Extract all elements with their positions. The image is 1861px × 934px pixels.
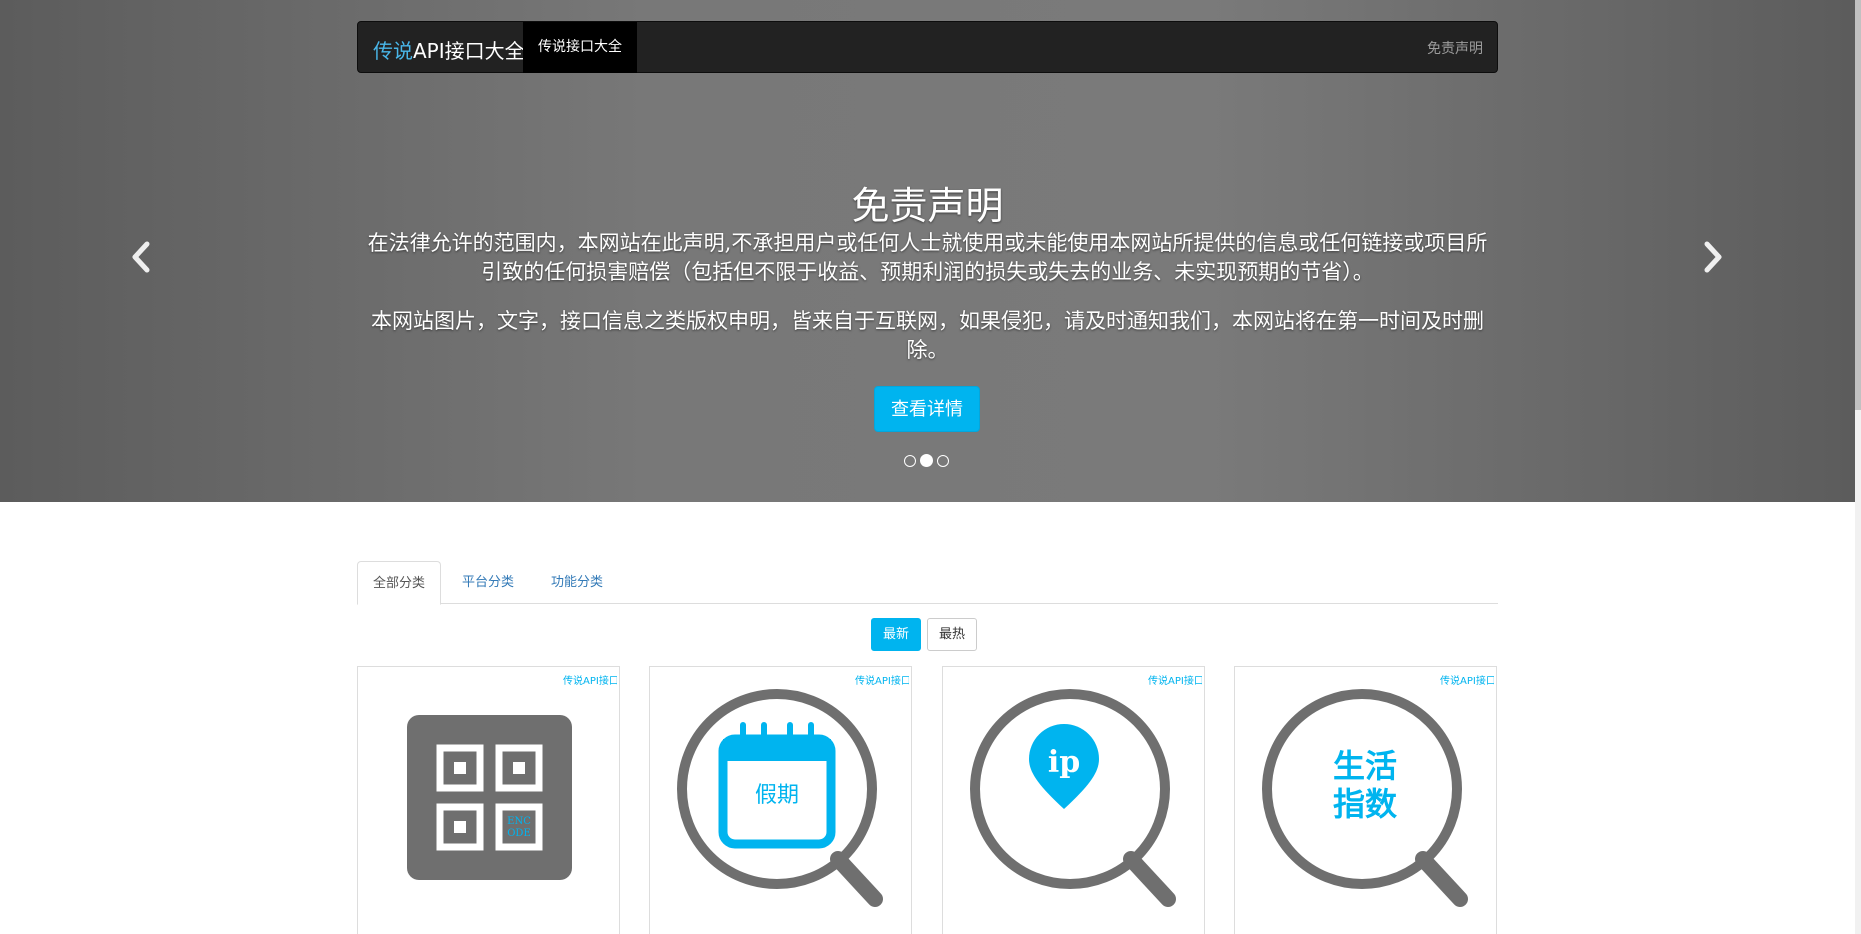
holiday-calendar-icon: 假期 [677, 689, 883, 907]
view-details-button[interactable]: 查看详情 [874, 386, 980, 432]
carousel-indicator-1[interactable] [904, 454, 916, 467]
carousel-prev-icon[interactable] [127, 240, 157, 274]
carousel-paragraph-2: 本网站图片，文字，接口信息之类版权申明，皆来自于互联网，如果侵犯，请及时通知我们… [371, 309, 1484, 362]
carousel-indicator-3[interactable] [937, 454, 949, 467]
svg-text:ODE: ODE [507, 828, 531, 839]
carousel-indicator-2[interactable] [920, 454, 933, 467]
carousel-next-icon[interactable] [1697, 240, 1727, 274]
sort-hottest-button[interactable]: 最热 [927, 618, 978, 651]
life-index-icon: 生活 指数 [1262, 689, 1468, 907]
tab-platform-categories[interactable]: 平台分类 [447, 561, 529, 604]
brand-logo[interactable]: 传说API接口大全 [373, 35, 525, 64]
scrollbar-thumb[interactable] [1855, 0, 1861, 410]
qr-encode-icon: ENC ODE [407, 715, 572, 880]
nav-item-api-list[interactable]: 传说接口大全 [523, 22, 637, 73]
svg-text:假期: 假期 [755, 783, 799, 808]
hero-carousel: 传说API接口大全 传说接口大全 免责声明 免责声明 在法律允许的范围内，本网站… [0, 0, 1855, 502]
api-card[interactable]: 传说API接口 假期 [649, 666, 912, 934]
page: 传说API接口大全 传说接口大全 免责声明 免责声明 在法律允许的范围内，本网站… [0, 0, 1861, 934]
carousel-paragraph-1: 在法律允许的范围内，本网站在此声明,不承担用户或任何人士就使用或未能使用本网站所… [367, 231, 1488, 284]
sort-newest-button[interactable]: 最新 [871, 618, 922, 651]
carousel-indicators [904, 454, 949, 467]
brand-prefix: 传说 [373, 39, 413, 63]
top-navbar: 传说API接口大全 传说接口大全 免责声明 [357, 21, 1498, 73]
nav-item-disclaimer[interactable]: 免责声明 [1427, 38, 1483, 58]
svg-text:ENC: ENC [507, 816, 531, 827]
svg-text:生活: 生活 [1333, 747, 1397, 785]
page-scrollbar[interactable] [1855, 0, 1861, 934]
brand-suffix: API接口大全 [413, 39, 525, 63]
tab-function-categories[interactable]: 功能分类 [536, 561, 618, 604]
svg-text:ip: ip [1048, 745, 1080, 780]
api-card[interactable]: 传说API接口 生活 指数 [1234, 666, 1497, 934]
carousel-title: 免责声明 [851, 184, 1004, 228]
api-card[interactable]: 传说API接口 ip [942, 666, 1205, 934]
api-card[interactable]: 传说API接口 ENC ODE [357, 666, 620, 934]
ip-location-icon: ip [970, 689, 1176, 907]
category-tabs: 全部分类 平台分类 功能分类 [357, 561, 1498, 605]
tab-all-categories[interactable]: 全部分类 [357, 561, 442, 605]
sort-buttons: 最新 最热 [871, 618, 978, 651]
svg-text:指数: 指数 [1333, 785, 1398, 823]
